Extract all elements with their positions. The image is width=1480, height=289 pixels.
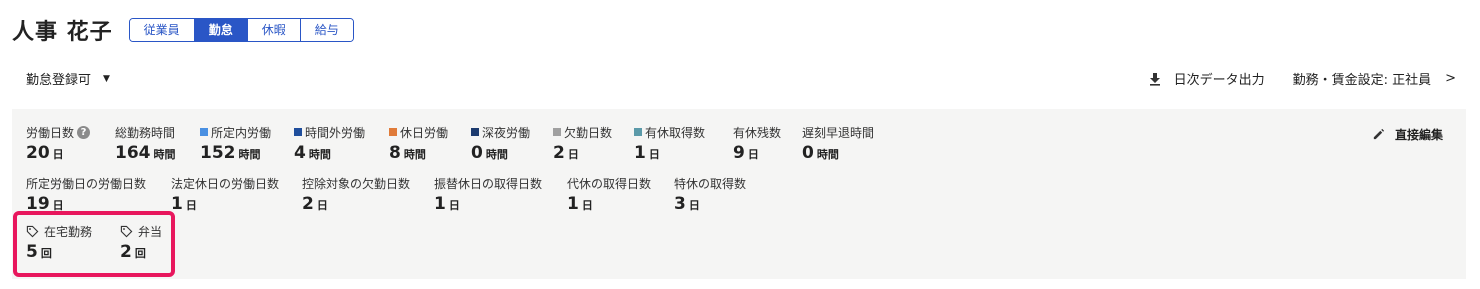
question-circle-icon[interactable]: ? — [77, 125, 91, 139]
pencil-icon — [1373, 128, 1385, 140]
stat-label: 控除対象の欠勤日数 — [302, 176, 411, 191]
stat-unit: 日 — [688, 199, 700, 212]
stat-value: 8 — [389, 143, 401, 163]
legend-square — [294, 128, 302, 136]
stat-value: 3 — [674, 194, 686, 214]
work-wage-settings-link[interactable]: 勤務・賃金設定: 正社員 > — [1293, 69, 1456, 88]
stat-substitute-holiday-days: 振替休日の取得日数 1日 — [434, 175, 543, 215]
stat-unit: 日 — [52, 148, 64, 161]
attendance-summary-panel: 直接編集 労働日数? 20 日 総勤務時間 164 時間 所定内労働 152 時間 時… — [12, 109, 1466, 279]
stat-label: 法定休日の労働日数 — [171, 176, 280, 191]
legend-square — [200, 128, 208, 136]
stat-value: 20 — [26, 143, 50, 163]
work-wage-settings-label: 勤務・賃金設定: 正社員 — [1292, 73, 1432, 88]
tab-employee[interactable]: 従業員 — [129, 19, 195, 41]
stat-unit: 日 — [648, 148, 660, 161]
stat-label: 有休取得数 — [645, 125, 706, 140]
stat-unit: 日 — [448, 199, 460, 212]
stat-absence-days: 欠勤日数 2日 — [553, 124, 612, 163]
tab-leave[interactable]: 休暇 — [247, 19, 301, 41]
stat-unit: 時間 — [153, 148, 176, 161]
stat-paid-leave-remaining: 有休残数 9日 — [733, 124, 782, 164]
stat-label: 所定内労働 — [211, 125, 272, 140]
stat-special-leave-count: 特休の取得数 3日 — [674, 175, 747, 215]
stat-unit: 日 — [185, 199, 197, 212]
stat-value: 152 — [200, 143, 236, 163]
stat-label: 代休の取得日数 — [567, 176, 652, 191]
stat-night-work: 深夜労働 0 時間 — [471, 124, 530, 163]
stat-label: 特休の取得数 — [674, 176, 747, 191]
stat-compensatory-leave-days: 代休の取得日数 1日 — [567, 175, 652, 215]
attendance-status-dropdown[interactable]: 勤怠登録可 ▼ — [26, 69, 110, 88]
page-header: 人事 花子 従業員 勤怠 休暇 給与 — [12, 14, 354, 46]
legend-square — [553, 128, 561, 136]
export-daily-data-label: 日次データ出力 — [1173, 73, 1265, 88]
stat-unit: 時間 — [485, 148, 508, 161]
direct-edit-button[interactable]: 直接編集 — [1372, 126, 1443, 143]
tab-attendance[interactable]: 勤怠 — [194, 19, 248, 41]
stat-label: 深夜労働 — [482, 125, 531, 140]
stat-overtime: 時間外労働 4 時間 — [294, 124, 365, 163]
attendance-status-label: 勤怠登録可 — [26, 73, 92, 88]
export-daily-data-button[interactable]: 日次データ出力 — [1148, 69, 1265, 88]
stat-label: 労働日数 — [26, 125, 75, 140]
stat-label: 有休残数 — [733, 125, 782, 140]
stat-working-days: 労働日数? 20 日 — [26, 124, 91, 163]
chevron-right-icon: > — [1445, 71, 1456, 86]
stat-total-work-hours: 総勤務時間 164 時間 — [115, 124, 176, 164]
caret-down-icon: ▼ — [103, 73, 110, 84]
stat-value: 2 — [553, 143, 565, 163]
stat-value: 164 — [115, 143, 151, 163]
employee-name: 人事 花子 — [12, 20, 113, 45]
stat-value: 2 — [302, 194, 314, 214]
toolbar-actions: 日次データ出力 勤務・賃金設定: 正社員 > — [1148, 69, 1456, 88]
stat-value: 1 — [634, 143, 646, 163]
stat-unit: 時間 — [238, 148, 261, 161]
stat-scheduled-work: 所定内労働 152 時間 — [200, 124, 271, 163]
stat-value: 1 — [567, 194, 579, 214]
stat-unit: 日 — [581, 199, 593, 212]
tab-payroll[interactable]: 給与 — [300, 19, 353, 41]
stat-unit: 日 — [567, 148, 579, 161]
stat-value: 1 — [434, 194, 446, 214]
stat-label: 所定労働日の労働日数 — [26, 176, 147, 191]
stat-label: 欠勤日数 — [564, 125, 613, 140]
stat-paid-leave-taken: 有休取得数 1日 — [634, 124, 705, 163]
stat-label: 時間外労働 — [305, 125, 366, 140]
direct-edit-label: 直接編集 — [1394, 128, 1443, 142]
stat-value: 0 — [471, 143, 483, 163]
stat-value: 9 — [733, 143, 745, 163]
stat-label: 遅刻早退時間 — [802, 125, 875, 140]
stat-label: 振替休日の取得日数 — [434, 176, 543, 191]
download-icon — [1149, 72, 1160, 86]
legend-square — [471, 128, 479, 136]
legend-square — [389, 128, 397, 136]
legend-square — [634, 128, 642, 136]
stat-unit: 日 — [747, 148, 759, 161]
stat-late-early-hours: 遅刻早退時間 0 時間 — [802, 124, 875, 164]
stat-unit: 時間 — [308, 148, 331, 161]
stat-value: 0 — [802, 143, 814, 163]
tag-highlight-box — [13, 211, 175, 277]
stat-scheduled-day-work-days: 所定労働日の労働日数 19 日 — [26, 175, 147, 215]
stat-value: 1 — [171, 194, 183, 214]
section-tabs: 従業員 勤怠 休暇 給与 — [128, 18, 354, 42]
stat-unit: 時間 — [816, 148, 839, 161]
stat-legal-holiday-work-days: 法定休日の労働日数 1日 — [171, 175, 280, 215]
stat-unit: 時間 — [403, 148, 426, 161]
stat-label: 総勤務時間 — [115, 125, 176, 140]
stat-deductible-absence-days: 控除対象の欠勤日数 2日 — [302, 175, 411, 215]
stat-unit: 日 — [316, 199, 328, 212]
stat-label: 休日労働 — [400, 125, 449, 140]
stat-value: 4 — [294, 143, 306, 163]
stat-holiday-work: 休日労働 8 時間 — [389, 124, 448, 163]
